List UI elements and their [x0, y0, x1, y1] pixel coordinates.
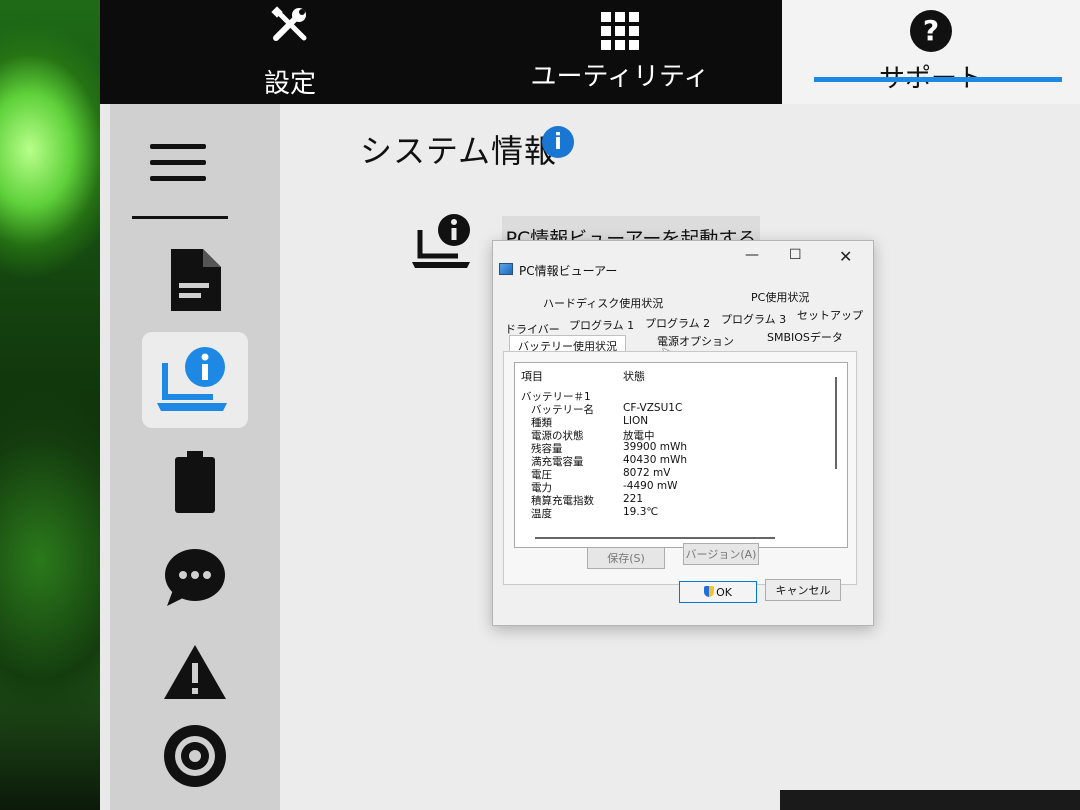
tab-pc-usage[interactable]: PC使用状況	[751, 289, 809, 305]
dialog-titlebar: PC情報ビューアー — ☐ ✕	[493, 241, 873, 278]
list-item: バッテリー＃1	[515, 389, 825, 403]
tab-smbios-data[interactable]: SMBIOSデータ	[767, 329, 843, 345]
laptop-info-icon	[412, 214, 470, 268]
tab-program-1[interactable]: プログラム 1	[569, 317, 634, 333]
maximize-icon[interactable]: ☐	[789, 247, 802, 263]
tab-settings-label: 設定	[263, 69, 316, 99]
list-item-value: 40430 mWh	[623, 454, 688, 466]
list-item: バッテリー名 CF-VZSU1C	[515, 402, 825, 416]
list-item-value: CF-VZSU1C	[623, 402, 683, 414]
tab-program-3[interactable]: プログラム 3	[721, 311, 786, 327]
pc-info-viewer-dialog: PC情報ビューアー — ☐ ✕ ハードディスク使用状況 PC使用状況 ドライバー…	[492, 240, 874, 626]
taskbar	[780, 790, 1080, 810]
cancel-button[interactable]: キャンセル	[765, 579, 841, 601]
close-icon[interactable]: ✕	[839, 247, 852, 266]
sidebar-divider	[132, 216, 228, 219]
list-item-value: 39900 mWh	[623, 441, 688, 453]
list-item: 満充電容量 40430 mWh	[515, 454, 825, 468]
list-item: 積算充電指数 221	[515, 493, 825, 507]
sidebar-item-chat[interactable]	[140, 530, 250, 626]
version-button[interactable]: バージョン(A)	[683, 543, 759, 565]
tab-support[interactable]: ? サポート	[782, 0, 1080, 104]
sidebar-item-system-info[interactable]	[142, 332, 248, 428]
ok-button[interactable]: OK	[679, 581, 757, 603]
tab-hdd-usage[interactable]: ハードディスク使用状況	[543, 295, 663, 311]
sidebar	[110, 104, 280, 810]
list-item-value: 221	[623, 493, 644, 505]
laptop-info-icon	[157, 347, 227, 411]
tab-panel-battery: 項目 状態 バッテリー＃1 バッテリー名 CF-VZSU1C 種類 LION 電…	[503, 351, 857, 585]
top-navigation: 設定 ユーティリティ ? サポート	[100, 0, 1080, 104]
warning-icon	[164, 645, 226, 699]
ok-button-label: OK	[716, 585, 732, 599]
tab-program-2[interactable]: プログラム 2	[645, 315, 710, 331]
info-icon[interactable]: i	[542, 126, 574, 158]
shield-icon	[704, 585, 715, 597]
list-item-value: -4490 mW	[623, 480, 678, 492]
list-item: 種類 LION	[515, 415, 825, 429]
list-item-value: 19.3℃	[623, 506, 659, 518]
question-icon: ?	[910, 9, 952, 52]
tools-icon	[268, 4, 312, 57]
list-item: 電圧 8072 mV	[515, 467, 825, 481]
sidebar-item-warning[interactable]	[140, 624, 250, 720]
tab-settings[interactable]: 設定	[220, 0, 360, 104]
list-item: 電力 -4490 mW	[515, 480, 825, 494]
grid-icon	[601, 11, 639, 50]
app-icon	[499, 263, 513, 275]
column-header-status: 状態	[623, 370, 645, 383]
list-item: 温度 19.3℃	[515, 506, 825, 520]
tab-utility-label: ユーティリティ	[530, 61, 710, 92]
vertical-scrollbar[interactable]	[835, 377, 837, 469]
list-item: 残容量 39900 mWh	[515, 441, 825, 455]
battery-icon	[175, 451, 215, 513]
column-header-item: 項目	[521, 370, 543, 383]
tab-setup[interactable]: セットアップ	[797, 307, 863, 323]
page-title: システム情報	[360, 132, 558, 170]
sidebar-item-battery[interactable]	[140, 434, 250, 530]
battery-info-list[interactable]: 項目 状態 バッテリー＃1 バッテリー名 CF-VZSU1C 種類 LION 電…	[514, 362, 848, 548]
horizontal-scrollbar[interactable]	[535, 537, 775, 539]
list-item: 電源の状態 放電中	[515, 428, 825, 442]
list-item-key: 温度	[531, 508, 552, 520]
tab-support-label: サポート	[878, 63, 983, 94]
active-tab-indicator	[814, 77, 1062, 82]
list-item-value: LION	[623, 415, 649, 427]
dialog-title: PC情報ビューアー	[519, 264, 618, 278]
sidebar-item-document[interactable]	[140, 232, 250, 328]
disc-icon	[164, 725, 226, 787]
save-button[interactable]: 保存(S)	[587, 547, 665, 569]
minimize-icon[interactable]: —	[745, 247, 759, 263]
tab-utility[interactable]: ユーティリティ	[530, 0, 710, 104]
menu-icon[interactable]	[150, 144, 206, 192]
sidebar-item-disc[interactable]	[140, 708, 250, 804]
document-icon	[171, 249, 221, 311]
chat-icon	[165, 549, 225, 606]
list-item-value: 8072 mV	[623, 467, 671, 479]
